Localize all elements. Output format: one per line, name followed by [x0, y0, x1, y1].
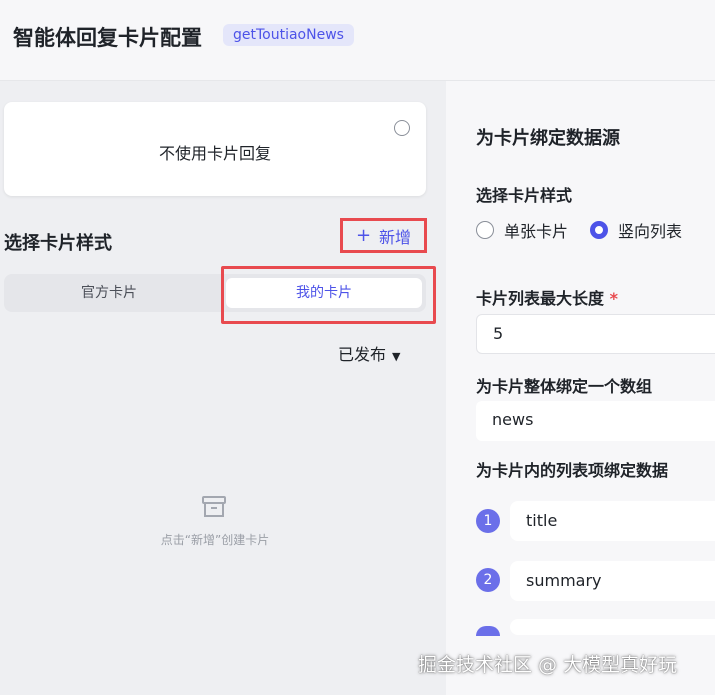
add-card-button[interactable]: + 新增: [340, 218, 427, 253]
no-card-option[interactable]: 不使用卡片回复: [4, 102, 426, 196]
list-item-bind-label: 为卡片内的列表项绑定数据: [476, 461, 669, 480]
item-index-badge: 1: [476, 509, 500, 533]
add-card-label: 新增: [379, 227, 412, 247]
single-card-option[interactable]: 单张卡片: [476, 218, 568, 242]
page-header: 智能体回复卡片配置 getToutiaoNews: [0, 0, 715, 81]
tab-my-cards[interactable]: 我的卡片: [226, 278, 422, 308]
no-card-radio[interactable]: [394, 120, 410, 136]
item-field-input[interactable]: title: [510, 501, 715, 541]
data-source-title: 为卡片绑定数据源: [476, 128, 620, 149]
item-field-input-partial[interactable]: [510, 619, 715, 635]
card-style-panel: 不使用卡片回复 选择卡片样式 + 新增 官方卡片 我的卡片 已发布 ▼ 点击“新增…: [0, 81, 446, 695]
select-style-title: 选择卡片样式: [4, 233, 112, 254]
item-field-input[interactable]: summary: [510, 561, 715, 601]
max-length-text: 卡片列表最大长度: [476, 289, 605, 308]
tab-official-cards[interactable]: 官方卡片: [4, 278, 214, 308]
array-bind-input[interactable]: news: [476, 401, 715, 441]
status-filter-value: 已发布: [338, 345, 387, 364]
single-card-radio[interactable]: [476, 221, 494, 239]
archive-box-icon: [202, 496, 226, 517]
page-title: 智能体回复卡片配置: [13, 26, 202, 50]
max-length-input[interactable]: 5: [476, 314, 715, 354]
card-style-label: 选择卡片样式: [476, 186, 573, 205]
array-bind-label: 为卡片整体绑定一个数组: [476, 377, 653, 396]
card-style-radio-group: 单张卡片 竖向列表: [476, 218, 704, 242]
watermark-text: 掘金技术社区 @ 大模型真好玩: [418, 654, 678, 676]
vertical-list-option[interactable]: 竖向列表: [590, 218, 682, 242]
no-card-label: 不使用卡片回复: [158, 144, 271, 163]
max-length-label: 卡片列表最大长度 *: [476, 285, 618, 309]
item-index-badge: 2: [476, 568, 500, 592]
data-source-panel: 为卡片绑定数据源 选择卡片样式 单张卡片 竖向列表 卡片列表最大长度 * 5 为…: [446, 81, 715, 695]
card-source-tabs: 官方卡片 我的卡片: [4, 274, 426, 312]
plugin-name-badge: getToutiaoNews: [223, 24, 354, 46]
single-card-label: 单张卡片: [504, 222, 569, 241]
empty-state-text: 点击“新增”创建卡片: [160, 533, 270, 547]
required-mark: *: [609, 289, 618, 308]
plus-icon: +: [355, 225, 372, 246]
status-filter-dropdown[interactable]: 已发布 ▼: [338, 341, 400, 365]
caret-down-icon: ▼: [392, 350, 401, 363]
vertical-list-radio[interactable]: [590, 221, 609, 239]
item-index-badge-partial: [476, 626, 500, 636]
vertical-list-label: 竖向列表: [618, 222, 683, 241]
